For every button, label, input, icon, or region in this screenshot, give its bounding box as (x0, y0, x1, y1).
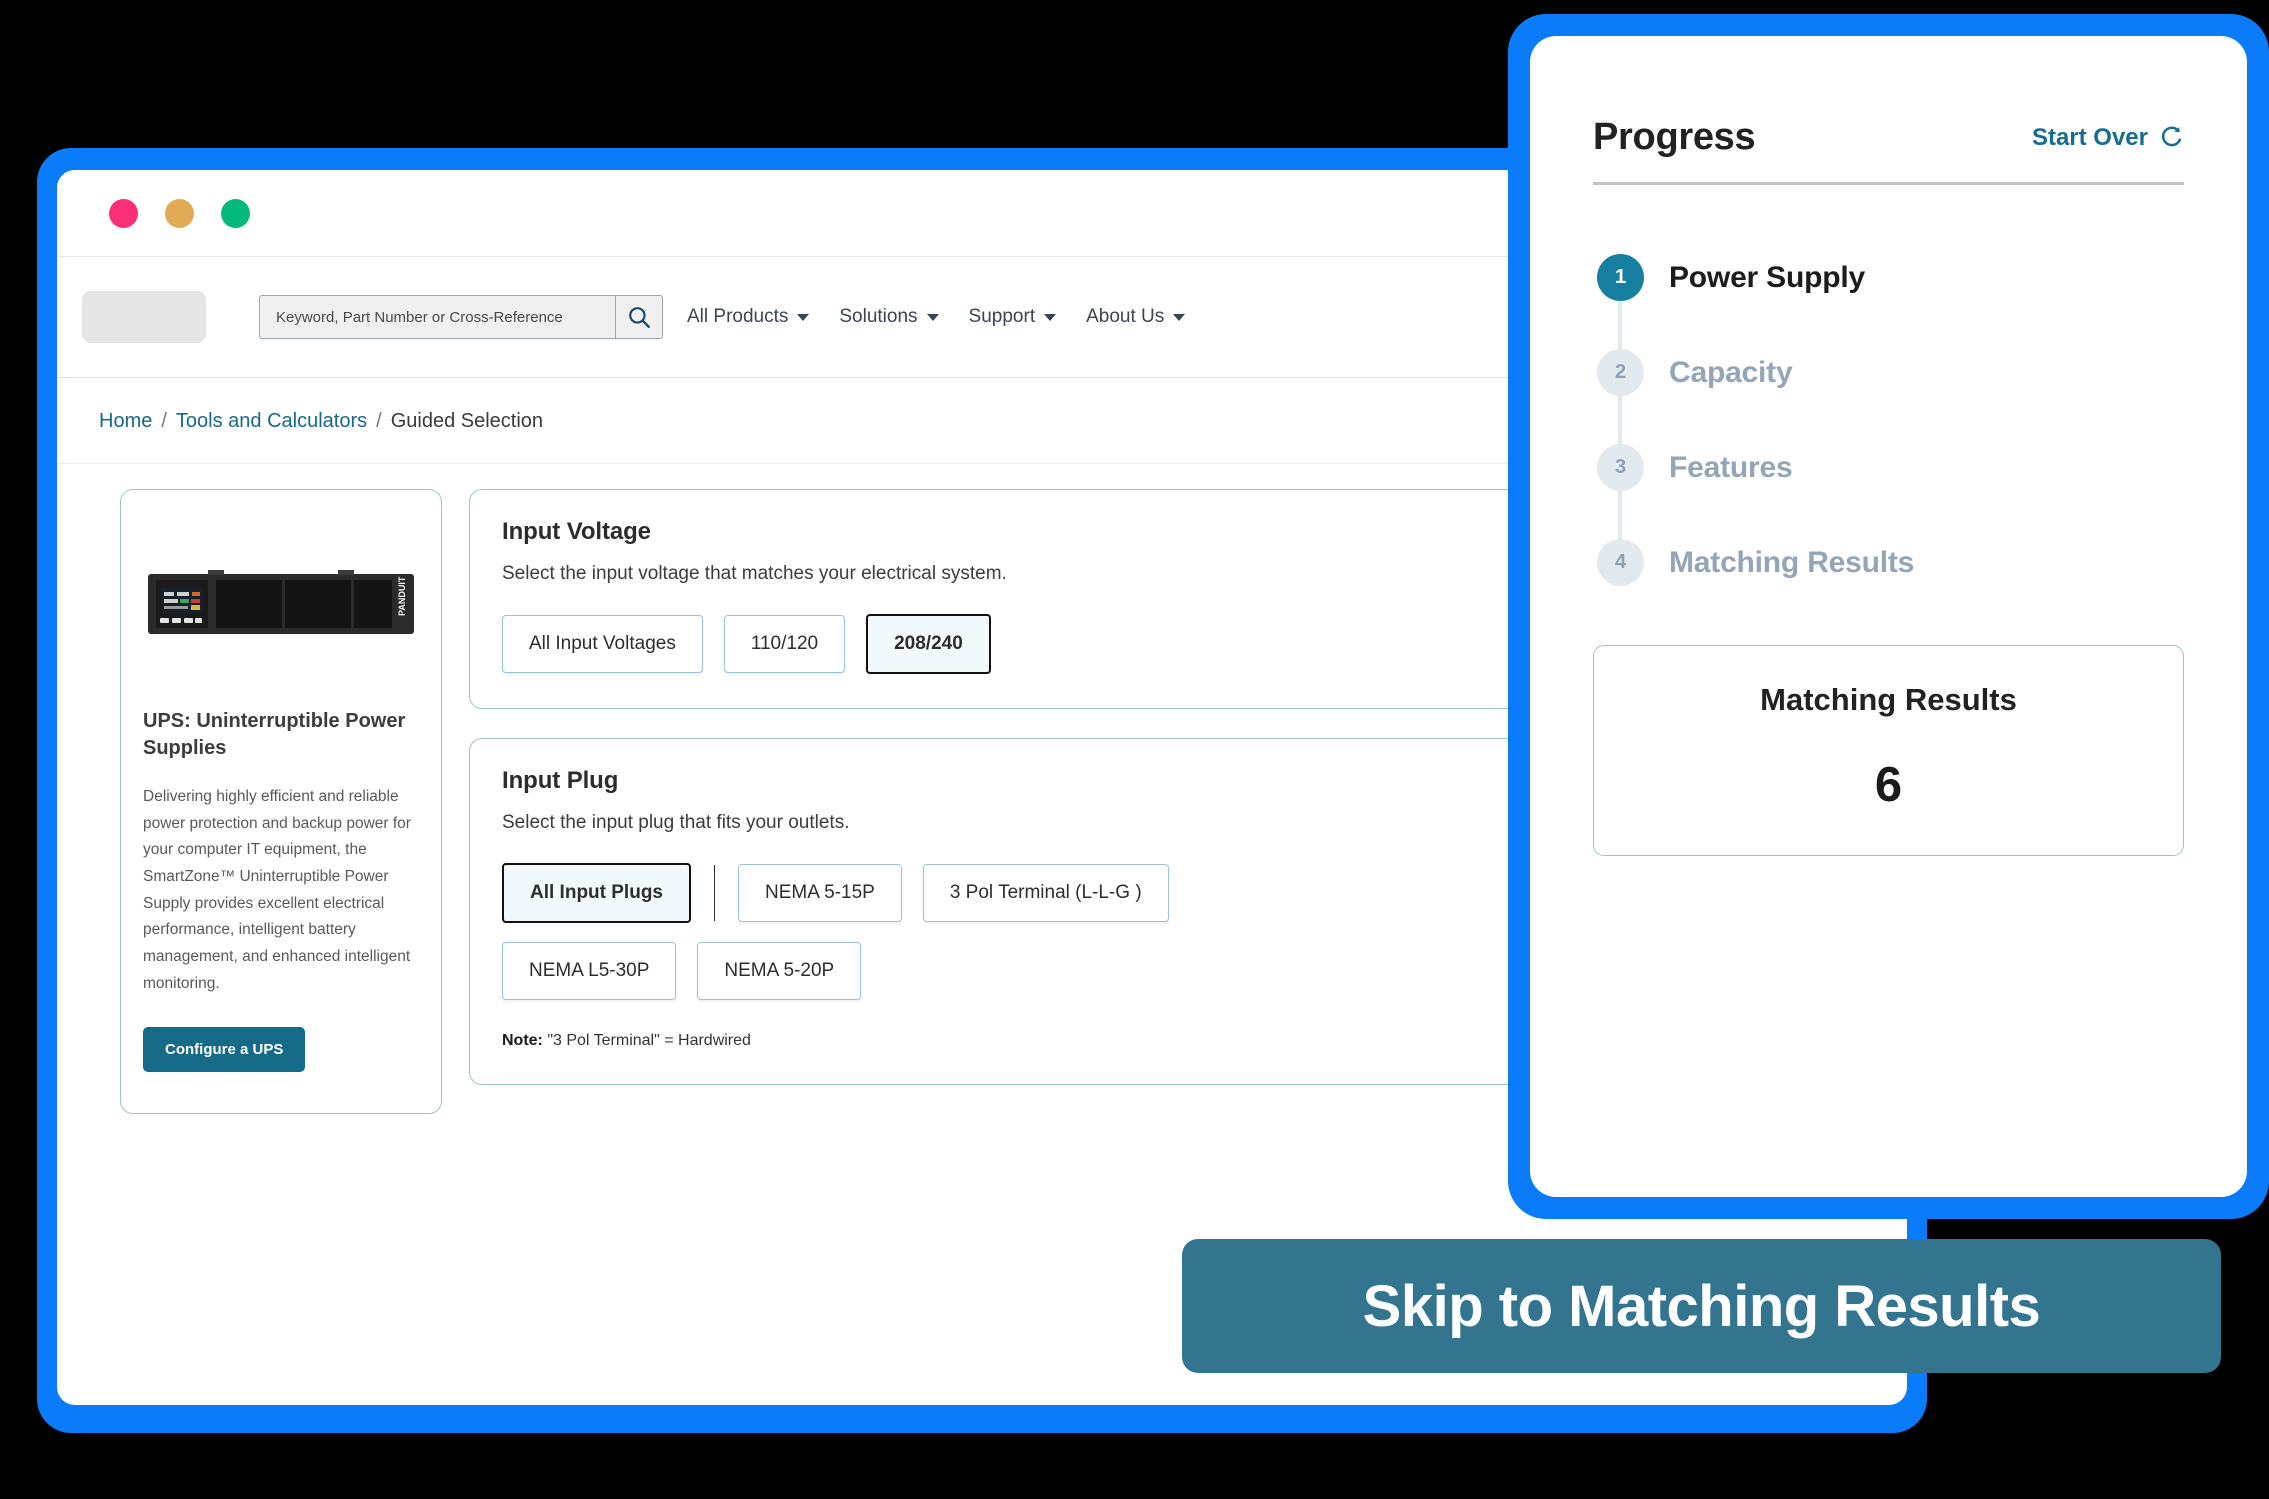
svg-text:PANDUIT: PANDUIT (397, 576, 407, 616)
nav-label: Support (968, 306, 1036, 327)
progress-header: Progress Start Over (1593, 116, 2184, 159)
nav-item-about-us[interactable]: About Us (1086, 306, 1186, 328)
start-over-label: Start Over (2031, 123, 2148, 151)
option-nema-5-15p[interactable]: NEMA 5-15P (738, 864, 902, 922)
step-label: Features (1669, 450, 1793, 484)
nav-item-solutions[interactable]: Solutions (839, 306, 939, 328)
step-label: Capacity (1669, 355, 1793, 389)
input-plug-card: Input Plug Select the input plug that fi… (469, 738, 1627, 1085)
product-description: Delivering highly efficient and reliable… (143, 788, 411, 992)
breadcrumb-item-tools-and-calculators[interactable]: Tools and Calculators (176, 410, 367, 433)
skip-banner-label: Skip to Matching Results (1362, 1273, 2041, 1339)
input-plug-options-row-1: All Input Plugs NEMA 5-15P 3 Pol Termina… (502, 863, 1594, 923)
skip-to-matching-results-banner[interactable]: Skip to Matching Results (1182, 1239, 2221, 1373)
matching-results-title: Matching Results (1760, 682, 2017, 717)
search-bar (259, 295, 663, 339)
configure-ups-button[interactable]: Configure a UPS (143, 1027, 306, 1073)
input-voltage-title: Input Voltage (502, 518, 651, 545)
breadcrumb-item-home[interactable]: Home (99, 410, 152, 433)
progress-step-matching-results[interactable]: 4 Matching Results (1597, 515, 2184, 610)
main-navigation: All Products Solutions Support About Us (687, 306, 1186, 328)
step-number: 4 (1597, 539, 1644, 586)
step-number: 3 (1597, 444, 1644, 491)
input-voltage-subtitle: Select the input voltage that matches yo… (502, 563, 1007, 584)
progress-title: Progress (1593, 116, 1756, 158)
breadcrumb-item-guided-selection: Guided Selection (390, 410, 544, 432)
chevron-down-icon (1173, 313, 1186, 321)
progress-step-features[interactable]: 3 Features (1597, 420, 2184, 515)
input-plug-subtitle: Select the input plug that fits your out… (502, 812, 850, 833)
breadcrumb-separator: / (376, 410, 382, 432)
option-nema-l5-30p[interactable]: NEMA L5-30P (502, 942, 677, 1000)
matching-results-card: Matching Results 6 (1593, 645, 2184, 856)
input-plug-note: Note: "3 Pol Terminal" = Hardwired (502, 1032, 1594, 1050)
progress-steps: 1 Power Supply 2 Capacity 3 Features 4 M… (1593, 230, 2184, 610)
progress-panel-frame: Progress Start Over 1 Power Supply 2 Cap… (1508, 14, 2269, 1219)
matching-results-count: 6 (1874, 758, 1903, 812)
chevron-down-icon (797, 313, 810, 321)
chevron-down-icon (926, 313, 939, 321)
step-label: Power Supply (1669, 260, 1865, 294)
nav-label: Solutions (839, 306, 918, 327)
progress-step-power-supply[interactable]: 1 Power Supply (1597, 230, 2184, 325)
step-number: 1 (1597, 254, 1644, 301)
progress-step-capacity[interactable]: 2 Capacity (1597, 325, 2184, 420)
minimize-window-dot[interactable] (165, 198, 194, 228)
search-input[interactable] (259, 295, 615, 339)
product-title: UPS: Uninterruptible Power Supplies (143, 710, 406, 759)
option-all-input-plugs[interactable]: All Input Plugs (502, 863, 691, 923)
option-all-input-voltages[interactable]: All Input Voltages (502, 615, 703, 673)
close-window-dot[interactable] (109, 198, 138, 228)
nav-label: About Us (1086, 306, 1165, 327)
screenshot-stage: All Products Solutions Support About Us (0, 0, 2269, 1499)
nav-label: All Products (687, 306, 789, 327)
ups-product-image: PANDUIT (143, 514, 419, 694)
input-voltage-card: Input Voltage Select the input voltage t… (469, 489, 1627, 709)
refresh-icon (2161, 126, 2182, 146)
option-3-pol-terminal[interactable]: 3 Pol Terminal (L-L-G ) (922, 864, 1169, 922)
progress-panel: Progress Start Over 1 Power Supply 2 Cap… (1530, 36, 2247, 1197)
step-label: Matching Results (1669, 545, 1915, 579)
note-prefix: Note: (502, 1032, 543, 1049)
start-over-button[interactable]: Start Over (2032, 124, 2184, 152)
input-plug-options-row-2: NEMA L5-30P NEMA 5-20P (502, 942, 1594, 1000)
nav-item-all-products[interactable]: All Products (687, 306, 810, 328)
product-card: PANDUIT UPS: Uninterruptible Power Suppl… (120, 489, 442, 1114)
breadcrumb-separator: / (161, 410, 167, 432)
maximize-window-dot[interactable] (221, 198, 250, 228)
option-110-120[interactable]: 110/120 (723, 615, 846, 673)
chevron-down-icon (1044, 313, 1057, 321)
rack-ups-illustration: PANDUIT (148, 570, 414, 634)
search-icon (629, 307, 650, 328)
option-nema-5-20p[interactable]: NEMA 5-20P (697, 942, 862, 1000)
progress-divider (1593, 182, 2184, 185)
nav-item-support[interactable]: Support (969, 306, 1057, 328)
option-group-divider (714, 865, 715, 921)
site-logo[interactable] (82, 291, 206, 343)
search-submit-button[interactable] (615, 295, 663, 339)
note-text: "3 Pol Terminal" = Hardwired (542, 1032, 751, 1049)
step-number: 2 (1597, 349, 1644, 396)
input-voltage-options: All Input Voltages 110/120 208/240 (502, 614, 1594, 674)
option-208-240[interactable]: 208/240 (866, 614, 991, 674)
input-plug-title: Input Plug (502, 767, 619, 794)
